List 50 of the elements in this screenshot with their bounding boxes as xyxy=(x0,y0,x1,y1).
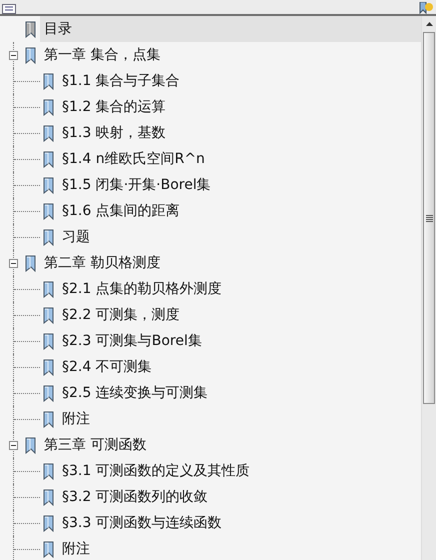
bookmark-icon xyxy=(43,462,55,480)
bookmark-icon xyxy=(43,410,55,428)
collapse-icon[interactable] xyxy=(9,441,18,450)
bookmark-icon xyxy=(25,20,37,38)
bookmark-icon xyxy=(25,254,37,272)
bookmark-icon xyxy=(43,358,55,376)
bookmark-item[interactable]: 第一章 集合，点集 xyxy=(40,42,421,68)
collapse-icon[interactable] xyxy=(9,259,18,268)
bookmark-item[interactable]: §3.2 可测函数列的收敛 xyxy=(58,484,421,510)
bookmark-icon xyxy=(43,124,55,142)
bookmark-icon xyxy=(25,436,37,454)
bookmark-item[interactable]: §2.2 可测集，测度 xyxy=(58,302,421,328)
bookmark-icon xyxy=(43,332,55,350)
bookmark-item[interactable]: §1.4 n维欧氏空间R^n xyxy=(58,146,421,172)
bookmark-item[interactable]: §1.1 集合与子集合 xyxy=(58,68,421,94)
outline-view-icon[interactable] xyxy=(2,4,16,14)
bookmark-icon xyxy=(43,306,55,324)
bookmark-icon xyxy=(43,384,55,402)
bookmark-item[interactable]: §2.5 连续变换与可测集 xyxy=(58,380,421,406)
grip-icon xyxy=(426,214,432,222)
bookmark-icon xyxy=(43,514,55,532)
bookmark-star-icon[interactable] xyxy=(418,2,434,14)
scrollbar[interactable] xyxy=(421,16,436,560)
bookmark-item[interactable]: §1.6 点集间的距离 xyxy=(58,198,421,224)
bookmark-item[interactable]: 目录 xyxy=(40,16,421,42)
bookmark-item[interactable]: §2.3 可测集与Borel集 xyxy=(58,328,421,354)
bookmark-icon xyxy=(43,202,55,220)
bookmark-item[interactable]: §1.2 集合的运算 xyxy=(58,94,421,120)
bookmark-icon xyxy=(43,176,55,194)
scroll-up-icon[interactable] xyxy=(426,22,432,26)
bookmark-icon xyxy=(43,72,55,90)
bookmark-item[interactable]: §3.1 可测函数的定义及其性质 xyxy=(58,458,421,484)
bookmark-icon xyxy=(25,46,37,64)
bookmark-icon xyxy=(43,280,55,298)
bookmark-item[interactable]: §2.4 不可测集 xyxy=(58,354,421,380)
bookmark-icon xyxy=(43,488,55,506)
bookmark-item[interactable]: 附注 xyxy=(58,536,421,560)
bookmark-item[interactable]: §3.3 可测函数与连续函数 xyxy=(58,510,421,536)
collapse-icon[interactable] xyxy=(9,51,18,60)
bookmark-item[interactable]: 习题 xyxy=(58,224,421,250)
bookmark-item[interactable]: 第二章 勒贝格测度 xyxy=(40,250,421,276)
bookmark-icon xyxy=(43,228,55,246)
bookmark-icon xyxy=(43,98,55,116)
bookmark-item[interactable]: 附注 xyxy=(58,406,421,432)
bookmark-item[interactable]: §1.3 映射，基数 xyxy=(58,120,421,146)
bookmark-item[interactable]: §2.1 点集的勒贝格外测度 xyxy=(58,276,421,302)
bookmark-item[interactable]: §1.5 闭集·开集·Borel集 xyxy=(58,172,421,198)
bookmark-icon xyxy=(43,540,55,558)
bookmark-item[interactable]: 第三章 可测函数 xyxy=(40,432,421,458)
bookmark-icon xyxy=(43,150,55,168)
